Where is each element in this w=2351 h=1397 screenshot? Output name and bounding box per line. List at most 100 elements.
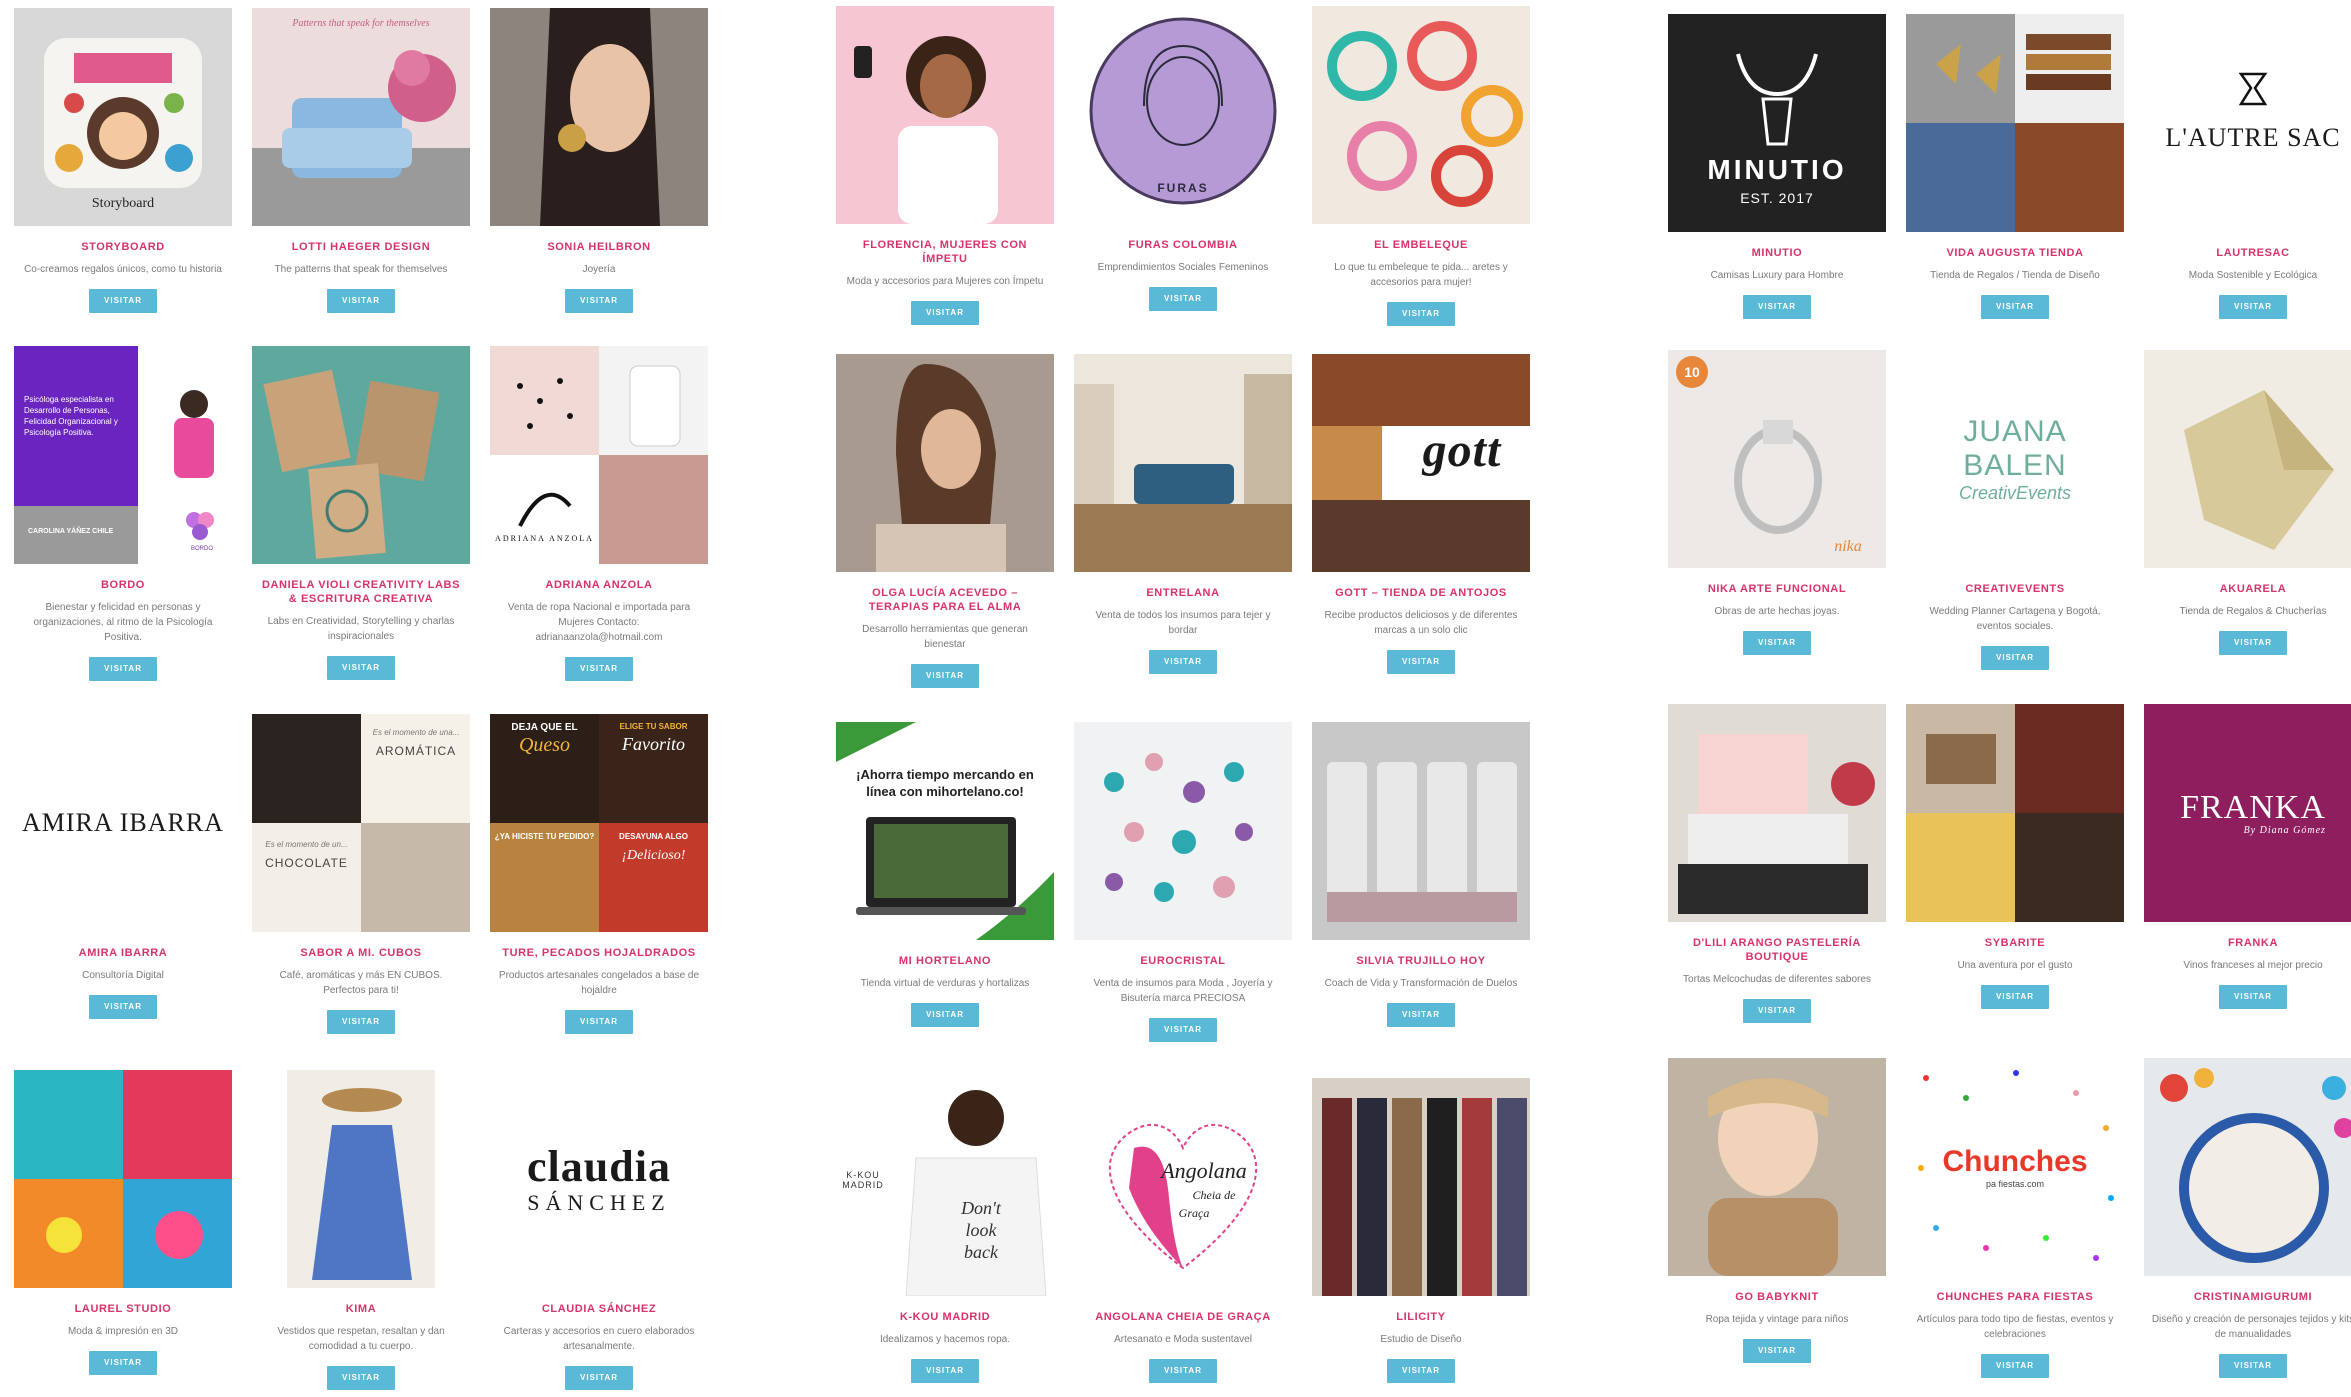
business-title[interactable]: LOTTI HAEGER DESIGN (252, 240, 470, 254)
chunches-logo[interactable]: Chunches pa fiestas.com (1906, 1058, 2124, 1276)
storyboard-image[interactable]: Storyboard (14, 8, 232, 226)
business-title[interactable]: FRANKA (2144, 936, 2351, 950)
silvia-trujillo-image[interactable] (1312, 722, 1530, 940)
mi-hortelano-image[interactable]: ¡Ahorra tiempo mercando en línea con mih… (836, 722, 1054, 940)
sybarite-image[interactable] (1906, 704, 2124, 922)
business-title[interactable]: FLORENCIA, MUJERES CON ÍMPETU (836, 238, 1054, 266)
visit-button[interactable]: VISITAR (2219, 985, 2287, 1009)
sonia-heilbron-image[interactable] (490, 8, 708, 226)
visit-button[interactable]: VISITAR (565, 1366, 633, 1390)
daniela-violi-image[interactable] (252, 346, 470, 564)
visit-button[interactable]: VISITAR (1149, 1359, 1217, 1383)
business-title[interactable]: SYBARITE (1906, 936, 2124, 950)
business-title[interactable]: CLAUDIA SÁNCHEZ (490, 1302, 708, 1316)
visit-button[interactable]: VISITAR (1387, 650, 1455, 674)
business-title[interactable]: DANIELA VIOLI CREATIVITY LABS & ESCRITUR… (252, 578, 470, 606)
visit-button[interactable]: VISITAR (327, 289, 395, 313)
visit-button[interactable]: VISITAR (1387, 1003, 1455, 1027)
business-title[interactable]: EUROCRISTAL (1074, 954, 1292, 968)
visit-button[interactable]: VISITAR (327, 656, 395, 680)
business-title[interactable]: CHUNCHES PARA FIESTAS (1906, 1290, 2124, 1304)
visit-button[interactable]: VISITAR (2219, 1354, 2287, 1378)
ture-image[interactable]: DEJA QUE EL Queso ELIGE TU SABOR Favorit… (490, 714, 708, 932)
lilicity-image[interactable] (1312, 1078, 1530, 1296)
business-title[interactable]: FURAS COLOMBIA (1074, 238, 1292, 252)
visit-button[interactable]: VISITAR (1149, 650, 1217, 674)
business-title[interactable]: STORYBOARD (14, 240, 232, 254)
go-babyknit-image[interactable] (1668, 1058, 1886, 1276)
business-title[interactable]: NIKA ARTE FUNCIONAL (1668, 582, 1886, 596)
visit-button[interactable]: VISITAR (327, 1010, 395, 1034)
visit-button[interactable]: VISITAR (565, 289, 633, 313)
business-title[interactable]: AMIRA IBARRA (14, 946, 232, 960)
business-title[interactable]: LILICITY (1312, 1310, 1530, 1324)
visit-button[interactable]: VISITAR (1743, 631, 1811, 655)
visit-button[interactable]: VISITAR (1149, 1018, 1217, 1042)
nika-image[interactable]: 10 nika (1668, 350, 1886, 568)
furas-image[interactable]: FURAS (1074, 6, 1292, 224)
franka-logo[interactable]: FRANKA By Diana Gómez (2144, 704, 2351, 922)
visit-button[interactable]: VISITAR (565, 1010, 633, 1034)
visit-button[interactable]: VISITAR (1387, 302, 1455, 326)
business-title[interactable]: BORDO (14, 578, 232, 592)
k-kou-madrid-image[interactable]: K-KOU MADRID Don't look back (836, 1078, 1054, 1296)
visit-button[interactable]: VISITAR (89, 289, 157, 313)
visit-button[interactable]: VISITAR (1981, 646, 2049, 670)
gott-image[interactable]: gott (1312, 354, 1530, 572)
visit-button[interactable]: VISITAR (1149, 287, 1217, 311)
sabor-a-mi-image[interactable]: Es el momento de una... AROMÁTICA Es el … (252, 714, 470, 932)
lautresac-logo[interactable]: L'AUTRE SAC (2144, 14, 2351, 232)
cristinamigurumi-image[interactable] (2144, 1058, 2351, 1276)
business-title[interactable]: OLGA LUCÍA ACEVEDO – TERAPIAS PARA EL AL… (836, 586, 1054, 614)
business-title[interactable]: AKUARELA (2144, 582, 2351, 596)
olga-lucia-image[interactable] (836, 354, 1054, 572)
business-title[interactable]: LAUREL STUDIO (14, 1302, 232, 1316)
visit-button[interactable]: VISITAR (911, 1359, 979, 1383)
eurocristal-image[interactable] (1074, 722, 1292, 940)
business-title[interactable]: ADRIANA ANZOLA (490, 578, 708, 592)
visit-button[interactable]: VISITAR (1981, 1354, 2049, 1378)
visit-button[interactable]: VISITAR (1743, 295, 1811, 319)
visit-button[interactable]: VISITAR (1743, 1339, 1811, 1363)
visit-button[interactable]: VISITAR (911, 664, 979, 688)
visit-button[interactable]: VISITAR (89, 1351, 157, 1375)
business-title[interactable]: MINUTIO (1668, 246, 1886, 260)
visit-button[interactable]: VISITAR (1981, 295, 2049, 319)
kima-image[interactable] (252, 1070, 470, 1288)
dlili-arango-image[interactable] (1668, 704, 1886, 922)
business-title[interactable]: CRISTINAMIGURUMI (2144, 1290, 2351, 1304)
entrelana-image[interactable] (1074, 354, 1292, 572)
business-title[interactable]: ENTRELANA (1074, 586, 1292, 600)
bordo-image[interactable]: Psicóloga especialista en Desarrollo de … (14, 346, 232, 564)
florencia-image[interactable] (836, 6, 1054, 224)
visit-button[interactable]: VISITAR (911, 1003, 979, 1027)
business-title[interactable]: GO BABYKNIT (1668, 1290, 1886, 1304)
angolana-image[interactable]: Angolana Cheia de Graça (1074, 1078, 1292, 1296)
visit-button[interactable]: VISITAR (89, 995, 157, 1019)
business-title[interactable]: GOTT – TIENDA DE ANTOJOS (1312, 586, 1530, 600)
claudia-sanchez-logo[interactable]: claudia SÁNCHEZ (490, 1070, 708, 1288)
visit-button[interactable]: VISITAR (1981, 985, 2049, 1009)
lotti-haeger-image[interactable]: Patterns that speak for themselves (252, 8, 470, 226)
laurel-studio-image[interactable] (14, 1070, 232, 1288)
business-title[interactable]: SONIA HEILBRON (490, 240, 708, 254)
business-title[interactable]: SILVIA TRUJILLO HOY (1312, 954, 1530, 968)
business-title[interactable]: KIMA (252, 1302, 470, 1316)
business-title[interactable]: LAUTRESAC (2144, 246, 2351, 260)
visit-button[interactable]: VISITAR (2219, 631, 2287, 655)
creativevents-logo[interactable]: JUANA BALEN CreativEvents (1906, 350, 2124, 568)
akuarela-image[interactable] (2144, 350, 2351, 568)
el-embeleque-image[interactable] (1312, 6, 1530, 224)
business-title[interactable]: D'LILI ARANGO PASTELERÍA BOUTIQUE (1668, 936, 1886, 964)
business-title[interactable]: MI HORTELANO (836, 954, 1054, 968)
business-title[interactable]: EL EMBELEQUE (1312, 238, 1530, 252)
business-title[interactable]: TURE, PECADOS HOJALDRADOS (490, 946, 708, 960)
business-title[interactable]: VIDA AUGUSTA TIENDA (1906, 246, 2124, 260)
adriana-anzola-image[interactable]: ADRIANA ANZOLA (490, 346, 708, 564)
business-title[interactable]: CREATIVEVENTS (1906, 582, 2124, 596)
vida-augusta-image[interactable] (1906, 14, 2124, 232)
minutio-image[interactable]: MINUTIO EST. 2017 (1668, 14, 1886, 232)
visit-button[interactable]: VISITAR (1743, 999, 1811, 1023)
business-title[interactable]: SABOR A MI. CUBOS (252, 946, 470, 960)
visit-button[interactable]: VISITAR (327, 1366, 395, 1390)
